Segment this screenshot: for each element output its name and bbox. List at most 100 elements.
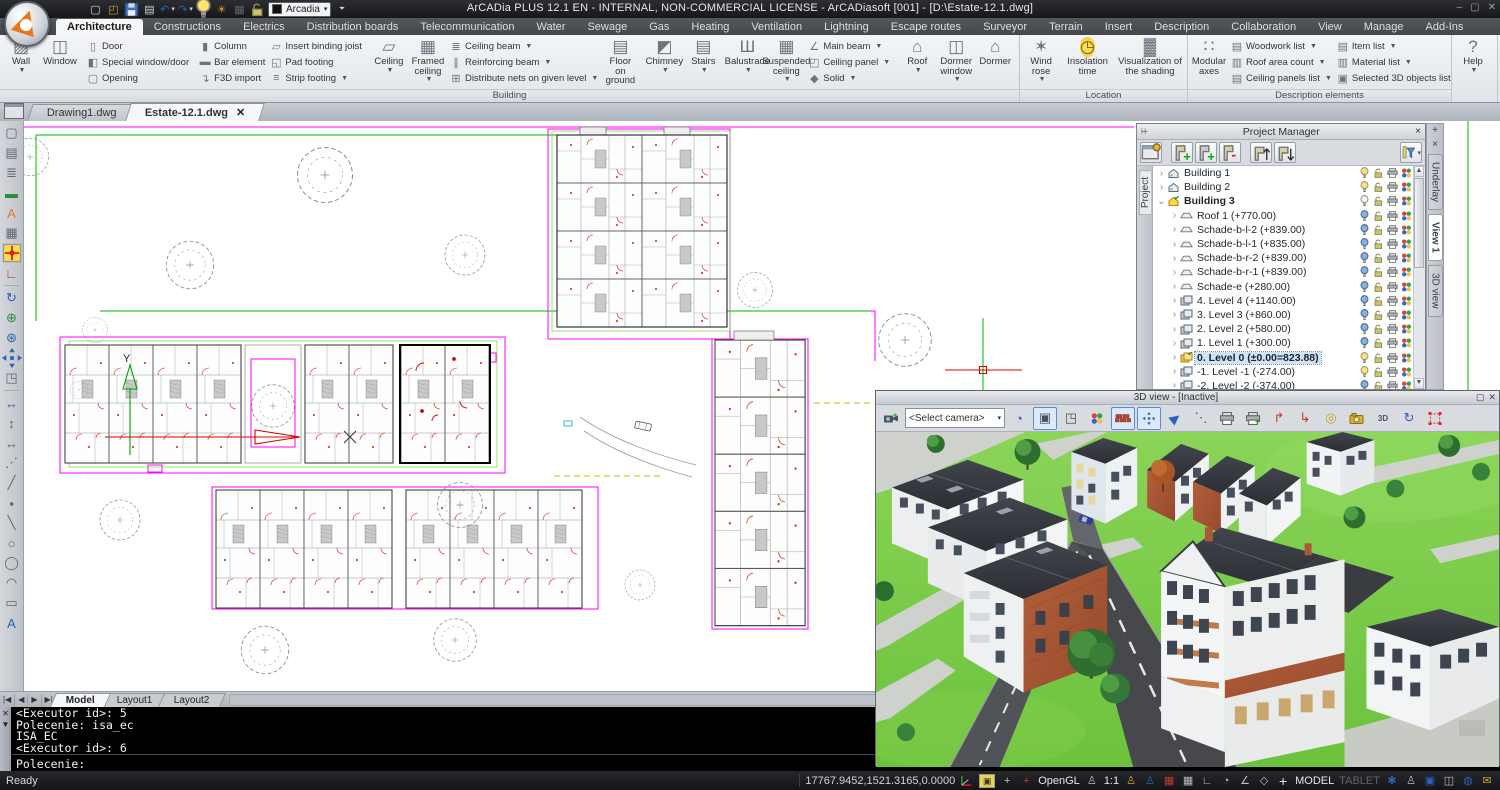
note-icon[interactable]: ▬ bbox=[2, 183, 22, 203]
ribbon-button-stairs[interactable]: ▤Stairs▼ bbox=[684, 36, 722, 75]
chevron-right-icon[interactable]: › bbox=[1169, 267, 1180, 278]
scroll-thumb[interactable] bbox=[1414, 178, 1424, 268]
chevron-right-icon[interactable]: › bbox=[1169, 352, 1180, 363]
add-view-icon[interactable]: + bbox=[1427, 124, 1443, 138]
layer-bulb-icon[interactable] bbox=[196, 2, 211, 17]
mail-icon[interactable]: ✉ bbox=[1480, 773, 1494, 788]
filter-button[interactable]: ▾ bbox=[1400, 142, 1422, 163]
ribbon-button-pad-footing[interactable]: ◱Pad footing bbox=[268, 54, 364, 70]
grid-settings-icon[interactable]: ▦ bbox=[2, 223, 22, 243]
toolbar-overflow-icon[interactable]: ⏷ bbox=[334, 2, 349, 17]
ribbon-button-item-list[interactable]: ▤Item list▼ bbox=[1335, 38, 1452, 54]
print-icon[interactable] bbox=[1386, 309, 1399, 321]
lock-icon[interactable] bbox=[1372, 323, 1385, 335]
lock-icon[interactable] bbox=[1372, 380, 1385, 389]
menu-tab-lightning[interactable]: Lightning bbox=[813, 19, 880, 35]
ruler-icon[interactable]: ∟ bbox=[1200, 773, 1214, 788]
sheet-nav-0[interactable]: |◀ bbox=[0, 694, 15, 706]
chevron-right-icon[interactable]: › bbox=[1156, 168, 1167, 179]
chevron-right-icon[interactable]: › bbox=[1169, 281, 1180, 292]
view-tab-underlay[interactable]: Underlay bbox=[1428, 154, 1443, 210]
ribbon-button-special-window-door[interactable]: ◧Special window/door bbox=[85, 54, 191, 70]
scroll-down-icon[interactable]: ▼ bbox=[1414, 378, 1424, 389]
color-palette-icon[interactable] bbox=[1400, 366, 1413, 378]
chevron-right-icon[interactable]: › bbox=[1169, 239, 1180, 250]
ortho-icon[interactable]: ◔ bbox=[1219, 773, 1233, 788]
building-row-lower[interactable] bbox=[216, 490, 582, 608]
ribbon-button-ceiling-panel[interactable]: ◰Ceiling panel▼ bbox=[806, 54, 892, 70]
camera-drop-button[interactable]: ◔ bbox=[1007, 407, 1031, 430]
ribbon-button-ceiling-beam[interactable]: ≣Ceiling beam▼ bbox=[448, 38, 600, 54]
building-column-right[interactable] bbox=[715, 340, 805, 626]
visibility-bulb-icon[interactable] bbox=[1358, 295, 1371, 307]
wall-display-button[interactable] bbox=[1111, 407, 1135, 430]
tree-item-building-1[interactable]: ›Building 1 bbox=[1154, 166, 1425, 180]
render-colors-button[interactable] bbox=[1085, 407, 1109, 430]
polar-tracking-icon[interactable]: ∠ bbox=[1238, 773, 1252, 788]
print-icon[interactable] bbox=[1386, 295, 1399, 307]
lock-icon[interactable] bbox=[1372, 309, 1385, 321]
menu-tab-electrics[interactable]: Electrics bbox=[232, 19, 296, 35]
print-setup-button[interactable]: + bbox=[1241, 407, 1265, 430]
origin-icon[interactable] bbox=[2, 243, 22, 263]
chevron-right-icon[interactable]: › bbox=[1169, 324, 1180, 335]
menu-tab-sewage[interactable]: Sewage bbox=[576, 19, 638, 35]
user-icon[interactable]: ♙ bbox=[1404, 773, 1418, 788]
add-camera-button[interactable]: + bbox=[879, 407, 903, 430]
view-tab-view-1[interactable]: View 1 bbox=[1428, 214, 1443, 261]
visibility-bulb-icon[interactable] bbox=[1358, 195, 1371, 207]
ribbon-button-bar-element[interactable]: ▬Bar element bbox=[197, 54, 267, 70]
close-command-icon[interactable]: ✕ bbox=[2, 709, 9, 718]
chevron-right-icon[interactable]: › bbox=[1169, 338, 1180, 349]
visibility-bulb-icon[interactable] bbox=[1358, 167, 1371, 179]
dimension-icon[interactable]: ↔ bbox=[2, 393, 22, 413]
lock-icon[interactable] bbox=[1372, 210, 1385, 222]
undo-button[interactable]: ↶▾ bbox=[160, 2, 175, 17]
ribbon-button-door[interactable]: ▯Door bbox=[85, 38, 191, 54]
tree-item-2-level-2-580-00[interactable]: ›2. Level 2 (+580.00) bbox=[1154, 322, 1425, 336]
viewport-icon[interactable]: ▢ bbox=[2, 123, 22, 143]
visibility-bulb-icon[interactable] bbox=[1358, 380, 1371, 389]
print-icon[interactable] bbox=[1386, 167, 1399, 179]
color-palette-icon[interactable] bbox=[1400, 323, 1413, 335]
zoom-camera-button[interactable]: ◎ bbox=[1319, 407, 1343, 430]
visibility-bulb-icon[interactable] bbox=[1358, 181, 1371, 193]
ribbon-button-material-list[interactable]: ▥Material list▼ bbox=[1335, 54, 1452, 70]
restore-icon[interactable]: ▢ bbox=[1476, 392, 1485, 403]
menu-tab-escape-routes[interactable]: Escape routes bbox=[880, 19, 972, 35]
zoom-in-icon[interactable]: ⊕ bbox=[2, 308, 22, 328]
walk-mode-icon[interactable]: ♙ bbox=[1124, 773, 1138, 788]
ribbon-button-distribute-nets-on-given-level[interactable]: ⊞Distribute nets on given level▼ bbox=[448, 70, 600, 86]
pan-icon[interactable] bbox=[2, 348, 22, 368]
lock-icon[interactable] bbox=[1372, 281, 1385, 293]
visibility-bulb-icon[interactable] bbox=[1358, 352, 1371, 364]
view-3d-icon[interactable]: ◳ bbox=[2, 368, 22, 388]
lock-icon[interactable] bbox=[1372, 195, 1385, 207]
menu-tab-heating[interactable]: Heating bbox=[680, 19, 740, 35]
ribbon-button-reinforcing-beam[interactable]: ∥Reinforcing beam▼ bbox=[448, 54, 600, 70]
lock-icon[interactable] bbox=[1372, 167, 1385, 179]
frozen-icon[interactable]: ▦ bbox=[232, 2, 247, 17]
grid-snap-icon[interactable]: ▦ bbox=[1162, 773, 1176, 788]
minimize-icon[interactable]: ‒ bbox=[1457, 2, 1463, 13]
color-palette-icon[interactable] bbox=[1400, 295, 1413, 307]
walk-button[interactable]: ⋱ bbox=[1189, 407, 1213, 430]
save-3d-button[interactable]: 3D bbox=[1371, 407, 1395, 430]
visibility-bulb-icon[interactable] bbox=[1358, 309, 1371, 321]
ribbon-button-help[interactable]: ?Help▼ bbox=[1454, 36, 1492, 75]
view-tab-3d-view[interactable]: 3D view bbox=[1428, 265, 1443, 317]
circle-icon[interactable]: ○ bbox=[2, 533, 22, 553]
ribbon-button-chimney[interactable]: ◩Chimney▼ bbox=[645, 36, 683, 75]
color-palette-icon[interactable] bbox=[1400, 266, 1413, 278]
chevron-right-icon[interactable]: › bbox=[1169, 253, 1180, 264]
ribbon-button-insert-binding-joist[interactable]: ▱Insert binding joist bbox=[268, 38, 364, 54]
text-style-icon[interactable]: A bbox=[2, 203, 22, 223]
chevron-right-icon[interactable]: › bbox=[1169, 380, 1180, 389]
workspace-selector[interactable]: Arcadia▾ bbox=[268, 2, 331, 17]
print-icon[interactable] bbox=[1386, 337, 1399, 349]
command-prompt[interactable]: Polecenie: bbox=[16, 757, 85, 771]
color-palette-icon[interactable] bbox=[1400, 309, 1413, 321]
project-side-tab[interactable]: Project bbox=[1137, 166, 1153, 389]
tree-item-schade-b-r-2-839-00[interactable]: ›Schade-b-r-2 (+839.00) bbox=[1154, 251, 1425, 265]
color-palette-icon[interactable] bbox=[1400, 380, 1413, 389]
